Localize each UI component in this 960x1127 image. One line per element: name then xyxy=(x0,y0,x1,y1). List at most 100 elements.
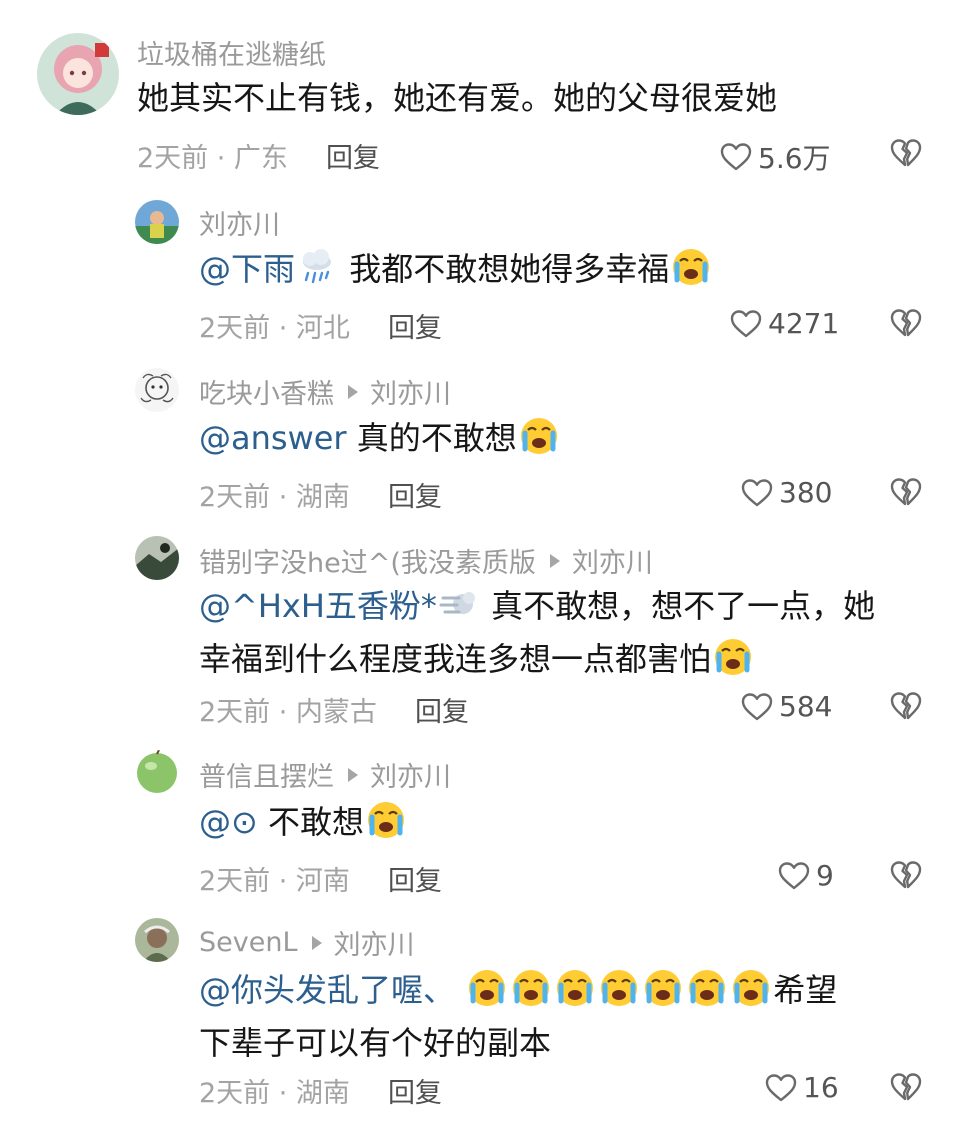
username[interactable]: 错别字没he过^(我没素质版 刘亦川 xyxy=(199,541,653,580)
username[interactable]: 垃圾桶在逃糖纸 xyxy=(137,33,326,72)
loudly-crying-face-icon xyxy=(643,968,683,1008)
username-text[interactable]: 刘亦川 xyxy=(199,203,280,242)
comment-text-line: 幸福到什么程度我连多想一点都害怕 xyxy=(199,640,712,678)
username-text[interactable]: 错别字没he过^(我没素质版 xyxy=(199,541,536,580)
comment-text-line: 真的不敢想 xyxy=(356,419,517,457)
dislike-button[interactable] xyxy=(890,860,922,890)
reply-arrow-icon xyxy=(348,767,358,782)
reply-button[interactable]: 回复 xyxy=(388,313,442,344)
like-count: 16 xyxy=(803,1071,839,1104)
username-text[interactable]: 吃块小香糕 xyxy=(199,372,334,411)
loudly-crying-face-icon xyxy=(687,968,727,1008)
comment-text-line: 我都不敢想她得多幸福 xyxy=(349,250,670,288)
comment-text-line: 下辈子可以有个好的副本 xyxy=(199,1024,552,1062)
like-count: 9 xyxy=(816,859,834,892)
comment-text: @你头发乱了喔、 希望 下辈子可以有个好的副本 xyxy=(199,964,837,1070)
reply-target-name[interactable]: 刘亦川 xyxy=(370,372,451,411)
loudly-crying-face-icon xyxy=(731,968,771,1008)
username-text[interactable]: SevenL xyxy=(199,927,298,958)
heart-outline-icon xyxy=(741,692,773,722)
loudly-crying-face-icon xyxy=(599,968,639,1008)
loudly-crying-face-icon xyxy=(555,968,595,1008)
comment-text-line: 她其实不止有钱，她还有爱。她的父母很爱她 xyxy=(137,79,778,117)
comment-text: @下雨 我都不敢想她得多幸福 xyxy=(199,243,713,296)
username[interactable]: 普信且摆烂 刘亦川 xyxy=(199,755,451,794)
avatar[interactable] xyxy=(37,33,119,115)
like-count: 584 xyxy=(779,690,833,723)
comment-meta: 2天前 · 湖南 回复 xyxy=(199,475,442,514)
mention-link[interactable]: @下雨 xyxy=(199,250,295,288)
loudly-crying-face-icon xyxy=(713,637,753,677)
comment-meta: 2天前 · 河南 回复 xyxy=(199,859,442,898)
broken-heart-icon xyxy=(890,477,922,507)
broken-heart-icon xyxy=(890,308,922,338)
username[interactable]: SevenL 刘亦川 xyxy=(199,923,415,962)
comment-text: @⊙ 不敢想 xyxy=(199,796,408,849)
comment-text: @^HxH五香粉* 真不敢想，想不了一点，她 幸福到什么程度我连多想一点都害怕 xyxy=(199,580,875,686)
time-location: 2天前 · 湖南 xyxy=(199,482,350,513)
broken-heart-icon xyxy=(890,138,922,168)
heart-outline-icon xyxy=(720,142,752,172)
comment-text-line: 真不敢想，想不了一点，她 xyxy=(491,587,876,625)
loudly-crying-face-icon xyxy=(467,968,507,1008)
broken-heart-icon xyxy=(890,860,922,890)
time-location: 2天前 · 河北 xyxy=(199,313,350,344)
username-text[interactable]: 普信且摆烂 xyxy=(199,755,334,794)
avatar[interactable] xyxy=(135,368,179,412)
loudly-crying-face-icon xyxy=(519,416,559,456)
reply-target-name[interactable]: 刘亦川 xyxy=(370,755,451,794)
comment-line-1: @你头发乱了喔、 希望 xyxy=(199,964,837,1017)
heart-outline-icon xyxy=(765,1073,797,1103)
username[interactable]: 刘亦川 xyxy=(199,203,280,242)
loudly-crying-face-icon xyxy=(511,968,551,1008)
avatar[interactable] xyxy=(135,750,179,794)
mention-link[interactable]: @answer xyxy=(199,419,347,457)
mention-link[interactable]: @^HxH五香粉* xyxy=(199,587,437,625)
comment-item: 垃圾桶在逃糖纸 她其实不止有钱，她还有爱。她的父母很爱她 2天前 · 广东 回复 … xyxy=(0,0,960,190)
dislike-button[interactable] xyxy=(890,691,922,721)
comment-text-line: 不敢想 xyxy=(267,803,364,841)
broken-heart-icon xyxy=(890,691,922,721)
comment-text: @answer 真的不敢想 xyxy=(199,412,561,465)
time-location: 2天前 · 湖南 xyxy=(199,1078,350,1109)
username[interactable]: 吃块小香糕 刘亦川 xyxy=(199,372,451,411)
like-button[interactable]: 9 xyxy=(778,859,834,892)
like-button[interactable]: 16 xyxy=(765,1071,839,1104)
like-button[interactable]: 5.6万 xyxy=(720,137,831,177)
comment-line-1: @^HxH五香粉* 真不敢想，想不了一点，她 xyxy=(199,580,875,633)
avatar[interactable] xyxy=(135,918,179,962)
reply-target-name[interactable]: 刘亦川 xyxy=(572,541,653,580)
avatar[interactable] xyxy=(135,536,179,580)
comment-line-2: 幸福到什么程度我连多想一点都害怕 xyxy=(199,633,875,686)
comment-text: 她其实不止有钱，她还有爱。她的父母很爱她 xyxy=(137,72,777,125)
username-text[interactable]: 垃圾桶在逃糖纸 xyxy=(137,33,326,72)
time-location: 2天前 · 内蒙古 xyxy=(199,697,377,728)
reply-button[interactable]: 回复 xyxy=(388,866,442,897)
heart-outline-icon xyxy=(778,861,810,891)
broken-heart-icon xyxy=(890,1072,922,1102)
comment-meta: 2天前 · 广东 回复 xyxy=(137,136,380,175)
like-button[interactable]: 4271 xyxy=(730,307,839,340)
comment-text-line: 希望 xyxy=(773,971,838,1009)
mention-link[interactable]: @⊙ xyxy=(199,803,258,841)
dislike-button[interactable] xyxy=(890,477,922,507)
reply-arrow-icon xyxy=(348,384,358,399)
reply-button[interactable]: 回复 xyxy=(326,143,380,174)
mention-link[interactable]: @你头发乱了喔、 xyxy=(199,971,455,1009)
like-button[interactable]: 584 xyxy=(741,690,832,723)
comment-meta: 2天前 · 内蒙古 回复 xyxy=(199,690,469,729)
cloud-with-rain-icon xyxy=(297,247,337,287)
dislike-button[interactable] xyxy=(890,308,922,338)
like-button[interactable]: 380 xyxy=(741,476,832,509)
loudly-crying-face-icon xyxy=(366,800,406,840)
time-location: 2天前 · 广东 xyxy=(137,143,288,174)
reply-target-name[interactable]: 刘亦川 xyxy=(334,923,415,962)
reply-button[interactable]: 回复 xyxy=(415,697,469,728)
reply-button[interactable]: 回复 xyxy=(388,482,442,513)
reply-button[interactable]: 回复 xyxy=(388,1078,442,1109)
loudly-crying-face-icon xyxy=(671,247,711,287)
dislike-button[interactable] xyxy=(890,138,922,168)
avatar[interactable] xyxy=(135,200,179,244)
dislike-button[interactable] xyxy=(890,1072,922,1102)
time-location: 2天前 · 河南 xyxy=(199,866,350,897)
